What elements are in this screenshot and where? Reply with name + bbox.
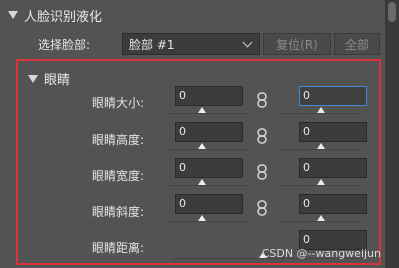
eye-width-label: 眼睛宽度: <box>92 169 145 183</box>
eye-tilt-right-input[interactable]: 0 <box>299 194 367 214</box>
section-header[interactable]: 人脸识别液化 <box>0 0 399 30</box>
eye-tilt-right-slider-track[interactable] <box>280 221 360 222</box>
face-liquify-panel: 人脸识别液化 选择脸部: 脸部 #1 复位(R) 全部 眼睛 眼睛大小: 0 0… <box>0 0 399 268</box>
eye-size-left-slider-track[interactable] <box>170 113 250 114</box>
scroll-thumb[interactable] <box>388 2 396 22</box>
eye-height-right-slider-thumb[interactable] <box>317 143 325 149</box>
eye-size-left-slider-thumb[interactable] <box>198 107 206 113</box>
link-icon[interactable] <box>256 92 268 108</box>
face-select-value: 脸部 #1 <box>129 37 175 52</box>
collapse-triangle-icon[interactable] <box>8 11 18 19</box>
face-select-row: 选择脸部: 脸部 #1 复位(R) 全部 <box>0 30 385 58</box>
eye-tilt-left-slider-track[interactable] <box>170 221 250 222</box>
chevron-down-icon <box>242 37 253 48</box>
eyes-section: 眼睛 眼睛大小: 0 0 眼睛高度: 0 0 眼睛宽度: 0 0 眼睛斜度: 0… <box>16 59 381 265</box>
section-title: 人脸识别液化 <box>24 9 103 25</box>
eye-height-right-slider-track[interactable] <box>280 149 360 150</box>
eye-size-right-slider-thumb[interactable] <box>317 107 325 113</box>
all-button[interactable]: 全部 <box>334 33 380 55</box>
eye-tilt-label: 眼睛斜度: <box>92 205 145 219</box>
eye-height-right-input[interactable]: 0 <box>299 122 367 142</box>
reset-button[interactable]: 复位(R) <box>263 33 331 55</box>
link-icon[interactable] <box>256 200 268 216</box>
eye-height-left-slider-track[interactable] <box>170 149 250 150</box>
eye-tilt-left-slider-thumb[interactable] <box>198 215 206 221</box>
eye-height-left-slider-thumb[interactable] <box>198 143 206 149</box>
eye-height-left-input[interactable]: 0 <box>175 122 243 142</box>
eye-height-label: 眼睛高度: <box>92 133 145 147</box>
eye-size-right-input[interactable]: 0 <box>299 86 367 106</box>
link-icon[interactable] <box>256 164 268 180</box>
eye-width-right-slider-track[interactable] <box>280 185 360 186</box>
eye-width-left-slider-thumb[interactable] <box>198 179 206 185</box>
eye-width-right-input[interactable]: 0 <box>299 158 367 178</box>
link-icon[interactable] <box>256 128 268 144</box>
eye-tilt-right-slider-thumb[interactable] <box>317 215 325 221</box>
eyes-header[interactable]: 眼睛 <box>28 69 70 88</box>
watermark: CSDN @--wangweijun <box>261 247 381 260</box>
eye-width-right-slider-thumb[interactable] <box>317 179 325 185</box>
face-select-label: 选择脸部: <box>38 38 91 52</box>
eye-size-left-input[interactable]: 0 <box>175 86 243 106</box>
eye-tilt-left-input[interactable]: 0 <box>175 194 243 214</box>
face-select-dropdown[interactable]: 脸部 #1 <box>122 33 260 55</box>
scrollbar[interactable] <box>385 0 399 268</box>
collapse-triangle-icon[interactable] <box>28 74 38 83</box>
eyes-title: 眼睛 <box>44 73 71 88</box>
eye-width-left-input[interactable]: 0 <box>175 158 243 178</box>
eye-size-label: 眼睛大小: <box>92 96 145 110</box>
eye-size-right-slider-track[interactable] <box>280 113 360 114</box>
eye-width-left-slider-track[interactable] <box>170 185 250 186</box>
eye-distance-label: 眼睛距离: <box>92 241 145 255</box>
